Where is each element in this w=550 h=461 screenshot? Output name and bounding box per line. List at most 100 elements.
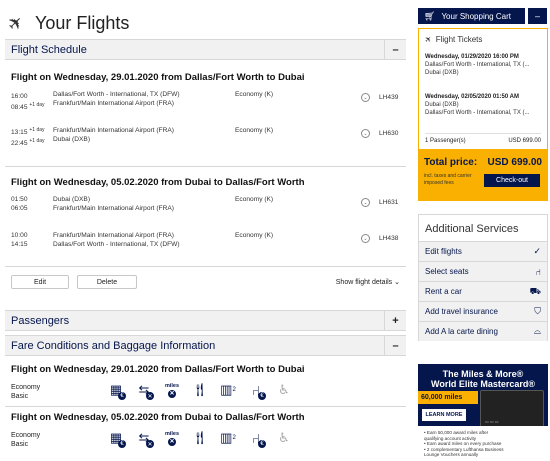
carry-on-baggage-icon[interactable]: ▥ 2 — [217, 379, 239, 401]
sidebar: 🛒︎ Your Shopping Cart – ✈ Flight Tickets… — [418, 0, 548, 461]
flight-schedule-title: Flight Schedule — [11, 43, 87, 56]
total-price-box: Total price: USD 699.00 incl. taxes and … — [418, 149, 548, 201]
cart-item: Wednesday, 01/29/2020 16:00 PM Dallas/Fo… — [425, 54, 530, 76]
miles-excluded-icon[interactable]: miles ✕ — [161, 427, 183, 449]
fare-conditions-header[interactable]: Fare Conditions and Baggage Information … — [5, 335, 406, 356]
checkout-button[interactable]: Check-out — [484, 174, 540, 187]
segment-cabin: Economy (K) — [235, 196, 274, 203]
meal-icon[interactable]: 🍴︎ — [189, 379, 211, 401]
calendar-fee-icon[interactable]: ▦ € — [105, 427, 127, 449]
flight-tickets-heading: ✈ Flight Tickets — [422, 33, 483, 46]
cart-passengers: 1 Passenger(s) USD 699.00 — [425, 133, 541, 144]
fare-row: Economy Basic ▦ € ⇆ ✕ miles ✕ 🍴︎ ▥ 2 ⑁ € ♿︎ — [11, 379, 400, 407]
cart-item: Wednesday, 02/05/2020 01:50 AM Dubai (DX… — [425, 94, 530, 116]
total-label: Total price: — [424, 157, 478, 168]
meal-icon[interactable]: 🍴︎ — [189, 427, 211, 449]
expand-toggle[interactable]: + — [384, 311, 406, 330]
page-title: ✈ Your Flights — [5, 10, 130, 35]
shopping-cart-button[interactable]: 🛒︎ Your Shopping Cart — [418, 8, 525, 24]
flight-number: LH439 — [379, 94, 399, 101]
fare-conditions-title: Fare Conditions and Baggage Information — [11, 339, 216, 352]
main-content: ✈ Your Flights Flight Schedule – Flight … — [5, 0, 406, 461]
cart-summary: ✈ Flight Tickets Wednesday, 01/29/2020 1… — [418, 28, 548, 149]
rebooking-excluded-icon[interactable]: ⇆ ✕ — [133, 427, 155, 449]
flight-segment: 10:00 14:15 Frankfurt/Main International… — [11, 231, 400, 253]
segment-cabin: Economy (K) — [235, 91, 274, 98]
dining-icon: ⌓ — [533, 326, 541, 336]
shield-icon: ⛉ — [534, 306, 541, 316]
passengers-title: Passengers — [11, 314, 70, 327]
flight-schedule-header[interactable]: Flight Schedule – — [5, 39, 406, 60]
service-edit-flights[interactable]: Edit flights ✓ — [419, 241, 547, 261]
flight-segment: 16:00 08:45 +1 day Dallas/Fort Worth - I… — [11, 90, 400, 112]
segment-times: 13:15 +1 day 22:45 +1 day — [11, 127, 45, 148]
rebooking-excluded-icon[interactable]: ⇆ ✕ — [133, 379, 155, 401]
edit-button[interactable]: Edit — [11, 275, 69, 289]
expand-segment-icon[interactable]: ⌄ — [361, 198, 370, 207]
page-title-text: Your Flights — [35, 12, 130, 33]
cart-icon: 🛒︎ — [424, 10, 436, 21]
car-icon: ⛟ — [529, 285, 541, 296]
seat-reservation-fee-icon[interactable]: ⑁ € — [245, 427, 267, 449]
segment-airports: Dallas/Fort Worth - International, TX (D… — [53, 91, 180, 107]
collapse-toggle[interactable]: – — [384, 336, 406, 355]
shopping-cart-label: Your Shopping Cart — [441, 11, 511, 21]
flight-number: LH631 — [379, 199, 399, 206]
delete-button[interactable]: Delete — [77, 275, 137, 289]
fare-icons: ▦ € ⇆ ✕ miles ✕ 🍴︎ ▥ 2 ⑁ € ♿︎ — [105, 427, 295, 449]
flight-heading: Flight on Wednesday, 05.02.2020 from Dub… — [11, 177, 305, 188]
expand-segment-icon[interactable]: ⌄ — [361, 129, 370, 138]
carry-on-baggage-icon[interactable]: ▥ 2 — [217, 427, 239, 449]
credit-card-promo[interactable]: The Miles & More® World Elite Mastercard… — [418, 364, 548, 461]
service-rent-car[interactable]: Rent a car ⛟ — [419, 281, 547, 301]
additional-services: Additional Services Edit flights ✓ Select… — [418, 214, 548, 341]
divider — [5, 406, 406, 407]
fare-icons: ▦ € ⇆ ✕ miles ✕ 🍴︎ ▥ 2 ⑁ € ♿︎ — [105, 379, 295, 401]
flight-segment: 01:50 06:05 Dubai (DXB) Frankfurt/Main I… — [11, 195, 400, 217]
additional-services-title: Additional Services — [425, 223, 519, 235]
divider — [5, 266, 406, 267]
segment-times: 16:00 08:45 +1 day — [11, 93, 45, 112]
credit-card-image: ▭ ▭ ▭ — [480, 390, 544, 428]
fare-row: Economy Basic ▦ € ⇆ ✕ miles ✕ 🍴︎ ▥ 2 ⑁ € ♿︎ — [11, 427, 400, 455]
total-value: USD 699.00 — [487, 157, 542, 168]
promo-bullets: • Earn 50,000 award miles after qualifyi… — [418, 426, 548, 461]
seat-reservation-fee-icon[interactable]: ⑁ € — [245, 379, 267, 401]
show-flight-details-link[interactable]: Show flight details ⌄ — [336, 278, 400, 286]
fare-label: Economy Basic — [11, 432, 41, 448]
fare-label: Economy Basic — [11, 384, 41, 400]
accessibility-icon[interactable]: ♿︎ — [273, 379, 295, 401]
total-note: incl. taxes and carrier imposed fees — [424, 173, 472, 186]
flight-number: LH438 — [379, 235, 399, 242]
expand-segment-icon[interactable]: ⌄ — [361, 234, 370, 243]
fare-flight-heading: Flight on Wednesday, 29.01.2020 from Dal… — [11, 364, 305, 375]
flight-number: LH630 — [379, 130, 399, 137]
segment-times: 01:50 06:05 — [11, 196, 28, 212]
airplane-icon: ✈ — [5, 10, 29, 36]
passengers-header[interactable]: Passengers + — [5, 310, 406, 331]
collapse-toggle[interactable]: – — [384, 40, 406, 59]
flight-segment: 13:15 +1 day 22:45 +1 day Frankfurt/Main… — [11, 126, 400, 148]
seat-icon: ⑁ — [535, 266, 541, 277]
service-dining[interactable]: Add A la carte dining ⌓ — [419, 321, 547, 341]
check-icon: ✓ — [533, 246, 541, 256]
segment-cabin: Economy (K) — [235, 127, 274, 134]
segment-airports: Frankfurt/Main International Airport (FR… — [53, 232, 180, 248]
expand-segment-icon[interactable]: ⌄ — [361, 93, 370, 102]
calendar-fee-icon[interactable]: ▦ € — [105, 379, 127, 401]
service-select-seats[interactable]: Select seats ⑁ — [419, 261, 547, 281]
airplane-icon: ✈ — [422, 33, 434, 46]
cart-collapse-button[interactable]: – — [528, 8, 547, 24]
flight-heading: Flight on Wednesday, 29.01.2020 from Dal… — [11, 72, 305, 83]
segment-times: 10:00 14:15 — [11, 232, 28, 248]
promo-subtitle: World Elite Mastercard® — [431, 379, 535, 389]
learn-more-button[interactable]: LEARN MORE — [422, 409, 466, 421]
service-travel-insurance[interactable]: Add travel insurance ⛉ — [419, 301, 547, 321]
segment-cabin: Economy (K) — [235, 232, 274, 239]
fare-flight-heading: Flight on Wednesday, 05.02.2020 from Dub… — [11, 412, 305, 423]
accessibility-icon[interactable]: ♿︎ — [273, 427, 295, 449]
miles-excluded-icon[interactable]: miles ✕ — [161, 379, 183, 401]
segment-airports: Frankfurt/Main International Airport (FR… — [53, 127, 174, 143]
segment-airports: Dubai (DXB) Frankfurt/Main International… — [53, 196, 174, 212]
divider — [5, 166, 406, 167]
